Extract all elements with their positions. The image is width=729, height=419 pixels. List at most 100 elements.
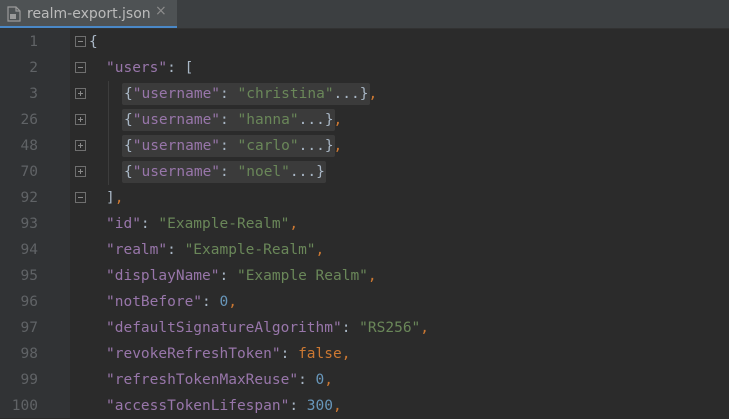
code-line[interactable]: 99 "refreshTokenMaxReuse": 0, xyxy=(0,367,729,393)
code-token: ...} xyxy=(289,164,325,180)
code-text: "users": [ xyxy=(106,55,193,81)
code-token: , xyxy=(367,268,377,284)
code-line[interactable]: 93 "id": "Example-Realm", xyxy=(0,211,729,237)
code-token: "Example-Realm" xyxy=(184,242,316,258)
code-token: "username" xyxy=(132,138,221,154)
fold-collapse-icon[interactable] xyxy=(75,36,86,47)
fold-expand-icon[interactable] xyxy=(75,166,86,177)
code-token: "username" xyxy=(132,112,221,128)
code-token: : xyxy=(202,294,220,310)
indent-guide xyxy=(108,81,109,107)
code-token: "noel" xyxy=(237,164,290,180)
code-token: : xyxy=(341,320,360,336)
code-line[interactable]: 70 {"username": "noel"...} xyxy=(0,159,729,185)
code-text: "refreshTokenMaxReuse": 0, xyxy=(106,367,333,393)
code-line[interactable]: 100 "accessTokenLifespan": 300, xyxy=(0,393,729,419)
code-token: "christina" xyxy=(237,86,334,102)
line-number: 3 xyxy=(29,86,38,102)
code-text: "defaultSignatureAlgorithm": "RS256", xyxy=(106,315,429,341)
code-token: : xyxy=(298,372,316,388)
code-token: "Example-Realm" xyxy=(158,216,290,232)
code-line[interactable]: 96 "notBefore": 0, xyxy=(0,289,729,315)
line-number: 48 xyxy=(20,138,38,154)
code-token: "accessTokenLifespan" xyxy=(106,398,290,414)
code-line[interactable]: 95 "displayName": "Example Realm", xyxy=(0,263,729,289)
code-line[interactable]: 3 {"username": "christina"...}, xyxy=(0,81,729,107)
code-token: { xyxy=(124,86,133,102)
line-number: 93 xyxy=(20,216,38,232)
code-line[interactable]: 94 "realm": "Example-Realm", xyxy=(0,237,729,263)
code-token: false xyxy=(298,346,342,362)
code-token: "hanna" xyxy=(237,112,299,128)
code-text: "id": "Example-Realm", xyxy=(106,211,298,237)
fold-collapse-icon[interactable] xyxy=(75,62,86,73)
code-token: , xyxy=(315,242,325,258)
code-text: {"username": "carlo"...}, xyxy=(124,133,342,159)
code-text: "displayName": "Example Realm", xyxy=(106,263,377,289)
line-number: 96 xyxy=(20,294,38,310)
line-number: 70 xyxy=(20,164,38,180)
code-text: "realm": "Example-Realm", xyxy=(106,237,324,263)
code-token: , xyxy=(324,372,333,388)
code-token: "displayName" xyxy=(106,268,220,284)
code-token: "refreshTokenMaxReuse" xyxy=(106,372,299,388)
line-number: 99 xyxy=(20,372,38,388)
code-token: , xyxy=(341,346,351,362)
code-token: "revokeRefreshToken" xyxy=(106,346,281,362)
code-token: , xyxy=(289,216,299,232)
fold-expand-icon[interactable] xyxy=(75,114,86,125)
code-token: , xyxy=(333,112,343,128)
code-line[interactable]: 26 {"username": "hanna"...}, xyxy=(0,107,729,133)
code-token: : xyxy=(140,216,159,232)
code-token: : xyxy=(220,164,238,180)
code-token: ...} xyxy=(333,86,369,102)
code-token: 0 xyxy=(315,372,325,388)
code-token: 300 xyxy=(306,398,333,414)
code-token: "RS256" xyxy=(359,320,421,336)
code-token: "Example Realm" xyxy=(236,268,368,284)
indent-guide xyxy=(108,107,109,133)
code-token: 0 xyxy=(219,294,229,310)
editor-tab-bar: realm-export.json × xyxy=(0,0,729,29)
code-token: "defaultSignatureAlgorithm" xyxy=(106,320,342,336)
code-text: {"username": "noel"...} xyxy=(124,159,325,185)
code-line[interactable]: 48 {"username": "carlo"...}, xyxy=(0,133,729,159)
code-line[interactable]: 97 "defaultSignatureAlgorithm": "RS256", xyxy=(0,315,729,341)
line-number: 98 xyxy=(20,346,38,362)
fold-expand-icon[interactable] xyxy=(75,88,86,99)
file-tab[interactable]: realm-export.json × xyxy=(0,0,177,28)
fold-expand-icon[interactable] xyxy=(75,140,86,151)
line-number: 2 xyxy=(29,60,38,76)
code-token: , xyxy=(368,86,378,102)
line-number: 97 xyxy=(20,320,38,336)
code-token: , xyxy=(114,190,124,206)
code-token: "notBefore" xyxy=(106,294,203,310)
code-token: { xyxy=(124,112,133,128)
code-line[interactable]: 92], xyxy=(0,185,729,211)
code-token: : xyxy=(280,346,299,362)
code-text: "notBefore": 0, xyxy=(106,289,237,315)
fold-collapse-icon[interactable] xyxy=(75,192,86,203)
code-token: , xyxy=(228,294,237,310)
code-text: {"username": "hanna"...}, xyxy=(124,107,342,133)
line-number: 1 xyxy=(29,34,38,50)
line-number: 26 xyxy=(20,112,38,128)
code-token: , xyxy=(420,320,430,336)
code-token: , xyxy=(333,398,342,414)
code-token: { xyxy=(89,34,98,50)
indent-guide xyxy=(108,159,109,185)
code-line[interactable]: 98 "revokeRefreshToken": false, xyxy=(0,341,729,367)
code-token: { xyxy=(124,164,133,180)
tab-label: realm-export.json xyxy=(27,6,151,22)
code-token: : xyxy=(220,112,238,128)
close-tab-icon[interactable]: × xyxy=(155,3,167,19)
code-token: , xyxy=(333,138,343,154)
code-token: "username" xyxy=(132,86,221,102)
code-line[interactable]: 1{ xyxy=(0,29,729,55)
code-token: : xyxy=(167,242,185,258)
code-token: : xyxy=(219,268,237,284)
code-line[interactable]: 2 "users": [ xyxy=(0,55,729,81)
json-file-icon xyxy=(7,6,21,22)
code-token: : xyxy=(220,86,238,102)
code-text: ], xyxy=(106,185,123,211)
